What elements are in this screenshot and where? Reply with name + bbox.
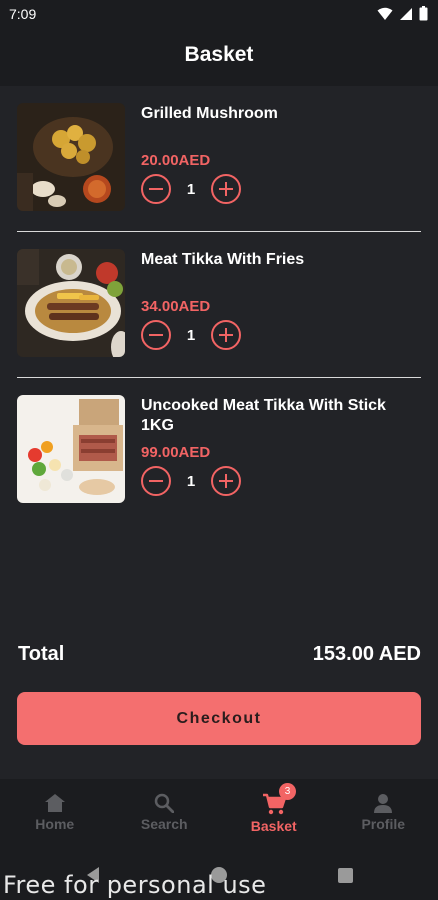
nav-label: Home (35, 816, 75, 832)
item-price: 99.00AED (141, 444, 211, 461)
nav-item-profile[interactable]: Profile (329, 779, 438, 851)
person-icon (373, 793, 393, 813)
decrease-quantity-button[interactable] (141, 320, 171, 350)
page-title: Basket (184, 43, 254, 66)
search-icon (154, 793, 175, 813)
increase-quantity-button[interactable] (211, 320, 241, 350)
wifi-icon (377, 7, 393, 21)
status-bar: 7:09 (0, 0, 438, 28)
decrease-quantity-button[interactable] (141, 466, 171, 496)
nav-item-search[interactable]: Search (110, 779, 220, 851)
basket-item: Uncooked Meat Tikka With Stick 1KG 99.00… (0, 378, 438, 524)
home-icon (44, 793, 66, 813)
item-image-grilled-mushroom (17, 103, 125, 211)
watermark-text: Free for personal use (3, 871, 267, 899)
nav-label: Basket (250, 818, 297, 834)
quantity-stepper: 1 (141, 466, 241, 496)
item-image-uncooked-meat-tikka (17, 395, 125, 503)
recent-apps-icon[interactable] (338, 868, 353, 883)
quantity-stepper: 1 (141, 320, 241, 350)
item-price: 20.00AED (141, 152, 211, 169)
total-value: 153.00 AED (312, 643, 421, 665)
basket-item: Meat Tikka With Fries 34.00AED 1 (0, 232, 438, 378)
battery-icon (419, 6, 428, 21)
cart-count-badge: 3 (279, 783, 296, 800)
signal-icon (399, 7, 413, 21)
nav-item-basket[interactable]: 3 Basket (219, 779, 329, 851)
basket-screen: 7:09 Basket Grilled Mushroom 20.00AED 1 … (0, 0, 438, 900)
total-label: Total (18, 643, 65, 665)
status-time: 7:09 (9, 6, 37, 22)
item-name: Uncooked Meat Tikka With Stick 1KG (141, 397, 386, 434)
item-name: Grilled Mushroom (141, 105, 278, 122)
basket-item: Grilled Mushroom 20.00AED 1 (0, 86, 438, 232)
nav-item-home[interactable]: Home (0, 779, 110, 851)
item-price: 34.00AED (141, 298, 211, 315)
app-header: Basket (0, 28, 438, 86)
nav-label: Search (140, 816, 188, 832)
checkout-button[interactable]: Checkout (17, 692, 421, 745)
status-icons (377, 6, 428, 21)
increase-quantity-button[interactable] (211, 174, 241, 204)
quantity-value: 1 (186, 180, 196, 198)
item-name: Meat Tikka With Fries (141, 251, 305, 268)
bottom-navigation: Home Search 3 Basket Profile (0, 779, 438, 851)
item-image-meat-tikka-with-fries (17, 249, 125, 357)
increase-quantity-button[interactable] (211, 466, 241, 496)
nav-label: Profile (361, 816, 406, 832)
quantity-stepper: 1 (141, 174, 241, 204)
quantity-value: 1 (186, 326, 196, 344)
decrease-quantity-button[interactable] (141, 174, 171, 204)
quantity-value: 1 (186, 472, 196, 490)
